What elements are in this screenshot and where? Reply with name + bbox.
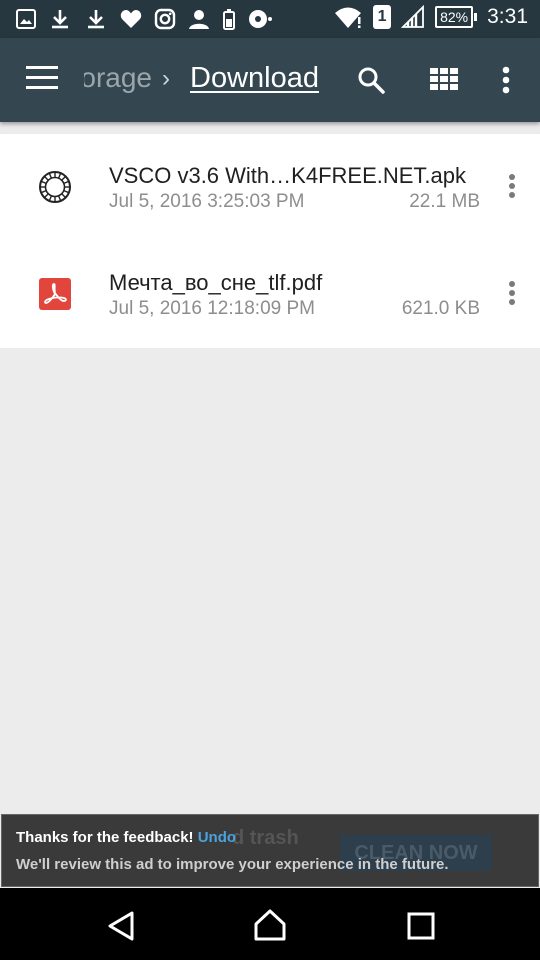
media-icon <box>248 8 274 30</box>
file-date: Jul 5, 2016 3:25:03 PM <box>109 191 305 212</box>
battery-tip <box>474 13 478 21</box>
search-icon[interactable] <box>357 66 385 99</box>
notification-icons <box>16 7 274 31</box>
navigation-bar <box>0 888 540 960</box>
breadcrumb-separator: › <box>162 65 170 92</box>
undo-link[interactable]: Undo <box>198 829 236 846</box>
clock: 3:31 <box>487 5 528 28</box>
breadcrumb-current[interactable]: Download <box>190 62 319 95</box>
file-row[interactable]: VSCO v3.6 With…K4FREE.NET.apk Jul 5, 201… <box>0 134 540 240</box>
sim-slot-badge: 1 <box>373 5 392 29</box>
wifi-icon <box>333 5 363 29</box>
feedback-message-line: Thanks for the feedback! Undo <box>16 829 236 846</box>
file-name: VSCO v3.6 With…K4FREE.NET.apk <box>109 163 466 188</box>
app-bar: orage › Download <box>0 38 540 122</box>
file-overflow-menu-icon[interactable] <box>506 174 518 204</box>
file-date: Jul 5, 2016 12:18:09 PM <box>109 298 315 319</box>
heart-icon <box>120 9 142 29</box>
file-overflow-menu-icon[interactable] <box>506 281 518 311</box>
back-icon[interactable] <box>107 910 135 947</box>
battery-indicator: 82% <box>435 6 478 28</box>
battery-percent: 82% <box>435 6 474 28</box>
file-list: VSCO v3.6 With…K4FREE.NET.apk Jul 5, 201… <box>0 134 540 348</box>
grid-view-icon[interactable] <box>430 68 458 97</box>
feedback-message: Thanks for the feedback! <box>16 829 194 846</box>
status-bar: 1 82% 3:31 <box>0 0 540 38</box>
download-icon <box>84 7 108 31</box>
cellular-signal-icon <box>401 5 425 29</box>
recent-apps-icon[interactable] <box>407 912 435 945</box>
download-icon <box>48 7 72 31</box>
background-ad-text: d trash <box>232 827 299 849</box>
review-message: We'll review this ad to improve your exp… <box>16 856 449 873</box>
battery-saver-icon <box>222 8 236 30</box>
file-row[interactable]: Мечта_во_сне_tlf.pdf Jul 5, 2016 12:18:0… <box>0 240 540 346</box>
pdf-icon <box>39 278 71 310</box>
image-icon <box>16 9 36 29</box>
file-size: 22.1 MB <box>409 191 480 212</box>
breadcrumb-previous[interactable]: orage <box>84 62 152 94</box>
file-size: 621.0 KB <box>401 298 480 319</box>
file-name: Мечта_во_сне_tlf.pdf <box>109 270 323 295</box>
system-status-icons: 1 82% 3:31 <box>333 5 528 29</box>
home-icon[interactable] <box>253 908 287 947</box>
menu-icon[interactable] <box>26 66 58 94</box>
ad-feedback-banner: d trash CLEAN NOW Thanks for the feedbac… <box>1 814 539 887</box>
instagram-icon <box>154 8 176 30</box>
person-icon <box>188 8 210 30</box>
vsco-app-icon <box>38 170 72 204</box>
more-vert-icon[interactable] <box>502 66 510 99</box>
